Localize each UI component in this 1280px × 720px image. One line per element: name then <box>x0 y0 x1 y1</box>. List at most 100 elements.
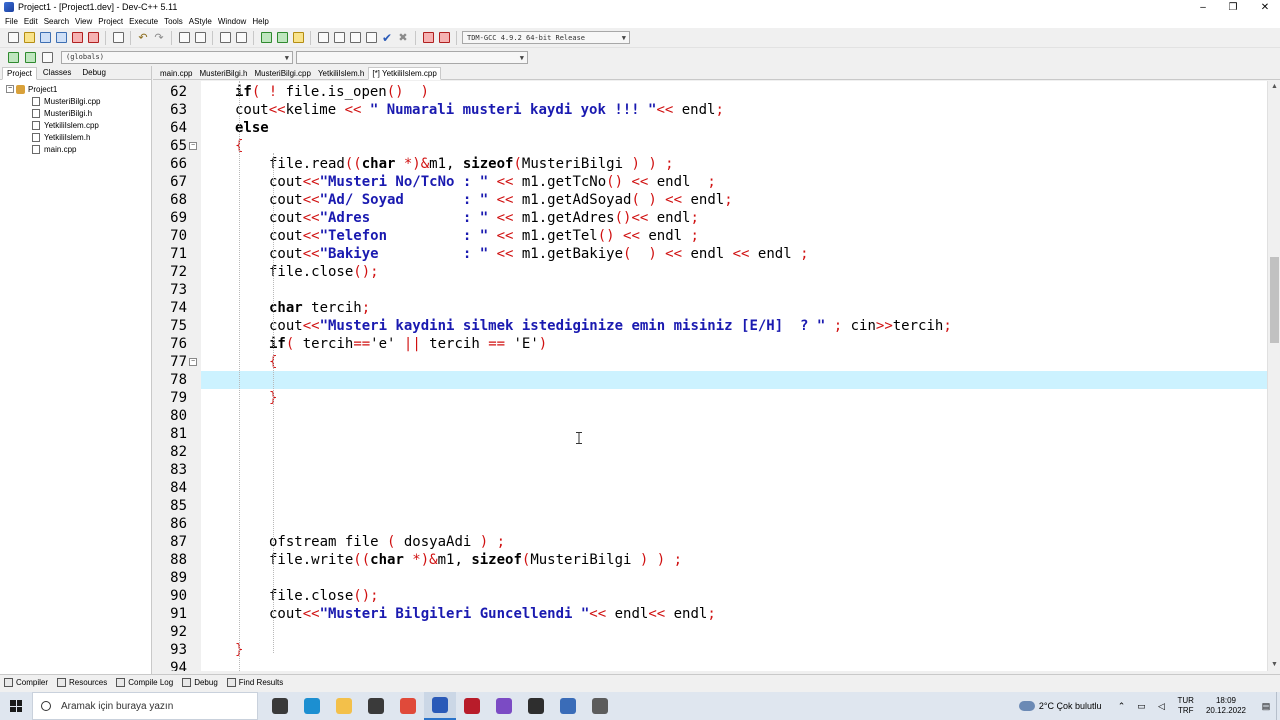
code-line-area[interactable] <box>201 443 1267 461</box>
code-line[interactable]: 89 <box>153 569 1267 587</box>
code-line-area[interactable] <box>201 407 1267 425</box>
code-line[interactable]: 82 <box>153 443 1267 461</box>
class-goto-button[interactable] <box>40 50 54 64</box>
code-line-area[interactable]: file.close(); <box>201 587 1267 605</box>
find-button[interactable] <box>177 31 191 45</box>
run-button[interactable] <box>332 31 346 45</box>
menu-execute[interactable]: Execute <box>128 17 163 26</box>
minimize-button[interactable]: – <box>1188 0 1218 14</box>
code-line[interactable]: 62 if( ! file.is_open() ) <box>153 83 1267 101</box>
tree-file-item[interactable]: main.cpp <box>6 143 151 155</box>
tab-debug-output[interactable]: Debug <box>182 678 218 687</box>
members-select[interactable]: ▼ <box>296 50 528 64</box>
compiler-select[interactable]: TDM-GCC 4.9.2 64-bit Release ▼ <box>462 31 630 44</box>
tab-main-cpp[interactable]: main.cpp <box>157 68 195 79</box>
menu-astyle[interactable]: AStyle <box>188 17 217 26</box>
code-line-area[interactable]: if( tercih=='e' || tercih == 'E') <box>201 335 1267 353</box>
menu-window[interactable]: Window <box>217 17 251 26</box>
code-line-area[interactable]: ofstream file ( dosyaAdi ) ; <box>201 533 1267 551</box>
code-line[interactable]: 73 <box>153 281 1267 299</box>
code-line-area[interactable] <box>201 425 1267 443</box>
notification-icon[interactable]: ▤ <box>1260 700 1272 712</box>
project-options-button[interactable] <box>291 31 305 45</box>
editor-vertical-scrollbar[interactable]: ▲ ▼ <box>1267 81 1280 671</box>
code-line-area[interactable] <box>201 281 1267 299</box>
code-line[interactable]: 92 <box>153 623 1267 641</box>
redo-button[interactable]: ↷ <box>152 31 166 45</box>
show-desktop-button[interactable] <box>1276 692 1280 720</box>
code-line[interactable]: 76 if( tercih=='e' || tercih == 'E') <box>153 335 1267 353</box>
scrollbar-thumb[interactable] <box>1270 257 1279 343</box>
scroll-down-icon[interactable]: ▼ <box>1268 659 1280 671</box>
debug-button[interactable] <box>437 31 451 45</box>
code-line[interactable]: 85 <box>153 497 1267 515</box>
code-line-area[interactable]: file.close(); <box>201 263 1267 281</box>
code-line-area[interactable]: cout<<"Bakiye : " << m1.getBakiye( ) << … <box>201 245 1267 263</box>
code-line[interactable]: 63 cout<<kelime << " Numarali musteri kay… <box>153 101 1267 119</box>
tree-file-item[interactable]: MusteriBilgi.h <box>6 107 151 119</box>
fold-collapse-icon[interactable]: − <box>189 358 197 366</box>
taskbar-app-button[interactable] <box>552 692 584 720</box>
code-line[interactable]: 88 file.write((char *)&m1, sizeof(Musteri… <box>153 551 1267 569</box>
taskbar-app-button[interactable] <box>424 692 456 720</box>
code-line-area[interactable]: } <box>201 641 1267 659</box>
code-line[interactable]: 90 file.close(); <box>153 587 1267 605</box>
code-line[interactable]: 91 cout<<"Musteri Bilgileri Guncellendi "… <box>153 605 1267 623</box>
code-line[interactable]: 78 <box>153 371 1267 389</box>
code-line-area[interactable] <box>201 515 1267 533</box>
taskbar-app-button[interactable] <box>296 692 328 720</box>
remove-from-project-button[interactable] <box>275 31 289 45</box>
code-line[interactable]: 87 ofstream file ( dosyaAdi ) ; <box>153 533 1267 551</box>
code-line-area[interactable] <box>201 479 1267 497</box>
tab-compiler[interactable]: Compiler <box>4 678 48 687</box>
taskbar-app-button[interactable] <box>584 692 616 720</box>
code-line[interactable]: 66 file.read((char *)&m1, sizeof(MusteriB… <box>153 155 1267 173</box>
goto-line-button[interactable] <box>218 31 232 45</box>
print-button[interactable] <box>111 31 125 45</box>
code-line[interactable]: 67 cout<<"Musteri No/TcNo : " << m1.getTc… <box>153 173 1267 191</box>
code-line-area[interactable] <box>201 461 1267 479</box>
code-line-area[interactable]: if( ! file.is_open() ) <box>201 83 1267 101</box>
code-line[interactable]: 83 <box>153 461 1267 479</box>
taskbar-app-button[interactable] <box>488 692 520 720</box>
menu-edit[interactable]: Edit <box>23 17 43 26</box>
code-line-area[interactable] <box>201 371 1267 389</box>
tab-debug[interactable]: Debug <box>77 66 111 79</box>
code-line-area[interactable]: else <box>201 119 1267 137</box>
tab-yetkiliislem-h[interactable]: YetkiliIslem.h <box>315 68 367 79</box>
code-line-area[interactable]: cout<<"Musteri No/TcNo : " << m1.getTcNo… <box>201 173 1267 191</box>
menu-search[interactable]: Search <box>43 17 74 26</box>
syntax-check-button[interactable]: ✔ <box>380 31 394 45</box>
close-all-button[interactable] <box>86 31 100 45</box>
replace-button[interactable] <box>193 31 207 45</box>
code-line-area[interactable]: cout<<"Adres : " << m1.getAdres()<< endl… <box>201 209 1267 227</box>
scroll-up-icon[interactable]: ▲ <box>1268 81 1280 93</box>
profile-button[interactable] <box>421 31 435 45</box>
taskbar-app-button[interactable] <box>360 692 392 720</box>
compile-run-button[interactable] <box>348 31 362 45</box>
fold-collapse-icon[interactable]: − <box>189 142 197 150</box>
chevron-up-icon[interactable]: ⌃ <box>1116 700 1128 712</box>
new-file-button[interactable] <box>6 31 20 45</box>
class-forward-button[interactable] <box>23 50 37 64</box>
collapse-icon[interactable]: − <box>6 85 14 93</box>
code-line[interactable]: 68 cout<<"Ad/ Soyad : " << m1.getAdSoyad(… <box>153 191 1267 209</box>
code-line[interactable]: 86 <box>153 515 1267 533</box>
close-file-button[interactable] <box>70 31 84 45</box>
code-line[interactable]: 70 cout<<"Telefon : " << m1.getTel() << e… <box>153 227 1267 245</box>
stop-button[interactable]: ✖ <box>396 31 410 45</box>
add-to-project-button[interactable] <box>259 31 273 45</box>
code-line[interactable]: 71 cout<<"Bakiye : " << m1.getBakiye( ) <… <box>153 245 1267 263</box>
tree-project-node[interactable]: − Project1 <box>6 83 151 95</box>
indent-button[interactable] <box>234 31 248 45</box>
menu-file[interactable]: File <box>4 17 23 26</box>
tab-musteribilgi-h[interactable]: MusteriBilgi.h <box>196 68 250 79</box>
code-line[interactable]: 72 file.close(); <box>153 263 1267 281</box>
code-line[interactable]: 79} <box>153 389 1267 407</box>
code-line[interactable]: 80 <box>153 407 1267 425</box>
maximize-button[interactable]: ❐ <box>1218 0 1248 14</box>
code-line[interactable]: 65−{ <box>153 137 1267 155</box>
code-line-area[interactable]: cout<<"Telefon : " << m1.getTel() << end… <box>201 227 1267 245</box>
code-line[interactable]: 94 <box>153 659 1267 671</box>
taskbar-app-button[interactable] <box>328 692 360 720</box>
